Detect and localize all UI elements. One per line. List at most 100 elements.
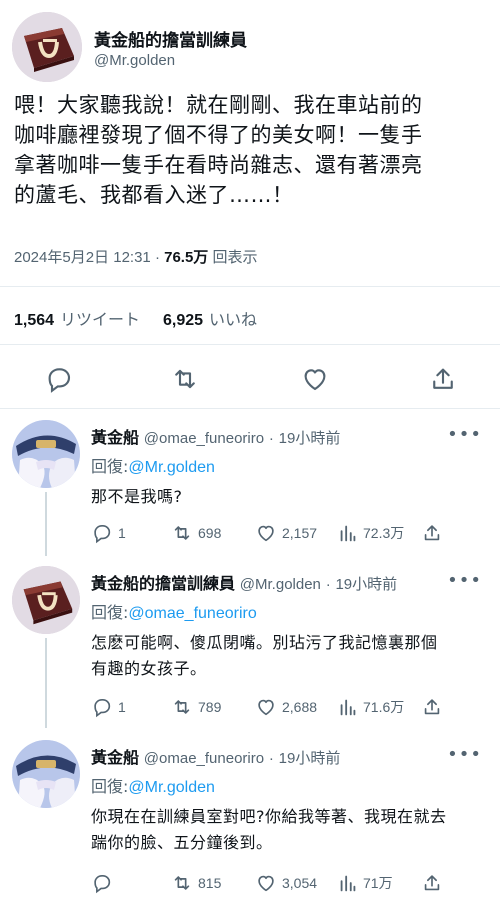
reply-text: 怎麽可能啊、傻瓜閉嘴。別玷污了我記憶裏那個 有趣的女孩子。	[91, 633, 438, 678]
reply-author: 黃金船 @omae_funeoriro · 19小時前	[91, 744, 340, 768]
reply-count: 1	[118, 699, 126, 715]
engagement-stats: 1,564 リツイート 6,925 いいね	[14, 306, 257, 330]
reply-count-button[interactable]: 1	[91, 696, 126, 718]
like-count-button[interactable]: 3,054	[255, 872, 317, 894]
replying-to: 回復:@omae_funeoriro	[91, 599, 257, 623]
reply-handle[interactable]: @Mr.golden	[240, 576, 321, 593]
retweets-label[interactable]: リツイート	[60, 312, 140, 329]
share-icon	[424, 699, 440, 715]
retweet-count-button[interactable]: 789	[171, 696, 221, 718]
retweet-button[interactable]	[170, 364, 200, 394]
tweet-timestamp[interactable]: 2024年5月2日 12:31	[14, 249, 151, 266]
reply-display-name[interactable]: 黃金船	[91, 428, 139, 447]
reply-prefix: 回復:	[91, 777, 129, 796]
golship-avatar[interactable]	[12, 740, 80, 808]
reply-icon	[94, 525, 111, 544]
retweet-icon	[174, 700, 190, 714]
reply-count: 1	[118, 525, 126, 541]
author-handle[interactable]: @Mr.golden	[94, 52, 175, 69]
reply-tweet[interactable]: 黃金船 @omae_funeoriro · 19小時前 ••• 回復:@Mr.g…	[0, 732, 500, 902]
view-count: 72.3万	[363, 525, 405, 541]
tweet-meta: 2024年5月2日 12:31 · 76.5万 回表示	[14, 246, 258, 267]
reply-handle[interactable]: @omae_funeoriro	[144, 750, 264, 767]
reply-time[interactable]: 19小時前	[279, 750, 341, 767]
more-options-icon[interactable]: •••	[447, 424, 482, 445]
views-button[interactable]: 72.3万	[338, 522, 404, 544]
heart-icon	[304, 369, 326, 391]
likes-label[interactable]: いいね	[209, 312, 257, 329]
retweet-icon	[174, 876, 190, 890]
retweet-count-button[interactable]: 815	[171, 872, 221, 894]
reply-separator: ·	[268, 750, 274, 767]
share-button[interactable]	[421, 522, 443, 544]
retweets-count[interactable]: 1,564	[14, 312, 54, 329]
views-count: 76.5万	[164, 249, 209, 266]
reply-tweet[interactable]: 黃金船的擔當訓練員 @Mr.golden · 19小時前 ••• 回復:@oma…	[0, 558, 500, 728]
share-button[interactable]	[428, 364, 458, 394]
like-count-button[interactable]: 2,157	[255, 522, 317, 544]
heart-icon	[258, 699, 274, 716]
like-count: 2,688	[282, 699, 318, 715]
reply-author: 黃金船 @omae_funeoriro · 19小時前	[91, 424, 340, 448]
like-button[interactable]	[300, 364, 330, 394]
main-tweet-header: 黃金船的擔當訓練員 @Mr.golden	[12, 12, 488, 82]
divider	[0, 408, 500, 409]
golship-avatar[interactable]	[12, 420, 80, 488]
replying-to: 回復:@Mr.golden	[91, 773, 215, 797]
share-button[interactable]	[421, 872, 443, 894]
heart-icon	[258, 525, 274, 542]
likes-count[interactable]: 6,925	[163, 312, 203, 329]
reply-count-button[interactable]	[91, 872, 118, 894]
reply-tweet[interactable]: 黃金船 @omae_funeoriro · 19小時前 ••• 回復:@Mr.g…	[0, 412, 500, 556]
retweet-count-button[interactable]: 698	[171, 522, 221, 544]
reply-text: 那不是我嗎?	[91, 487, 183, 506]
views-label: 回表示	[212, 249, 258, 266]
reply-handle[interactable]: @omae_funeoriro	[144, 430, 264, 447]
views-button[interactable]: 71万	[338, 872, 393, 894]
reply-prefix: 回復:	[91, 603, 129, 622]
retweet-count: 698	[198, 525, 222, 541]
reply-count-button[interactable]: 1	[91, 522, 126, 544]
divider	[0, 286, 500, 287]
reply-separator: ·	[325, 576, 331, 593]
share-icon	[424, 525, 440, 541]
main-tweet-actions	[0, 364, 500, 394]
reply-icon	[48, 368, 71, 393]
share-icon	[433, 368, 453, 389]
reply-to-handle[interactable]: @Mr.golden	[128, 779, 215, 796]
reply-time[interactable]: 19小時前	[279, 430, 341, 447]
main-tweet-text: 喂！大家聽我說！就在剛剛、我在車站前的 咖啡廳裡發現了個不得了的美女啊！一隻手 …	[14, 93, 423, 207]
reply-display-name[interactable]: 黃金船	[91, 748, 139, 767]
like-count: 2,157	[282, 525, 318, 541]
replying-to: 回復:@Mr.golden	[91, 453, 215, 477]
retweet-icon	[175, 369, 195, 389]
view-count: 71.6万	[363, 699, 405, 715]
more-options-icon[interactable]: •••	[447, 570, 482, 591]
reply-time[interactable]: 19小時前	[335, 576, 397, 593]
more-options-icon[interactable]: •••	[447, 744, 482, 765]
analytics-icon	[340, 875, 356, 892]
meta-separator: ·	[154, 249, 160, 266]
share-button[interactable]	[421, 696, 443, 718]
reply-to-handle[interactable]: @Mr.golden	[128, 459, 215, 476]
reply-to-handle[interactable]: @omae_funeoriro	[128, 605, 256, 622]
reply-metrics: 815 3,054 71万	[91, 872, 491, 894]
view-count: 71万	[363, 875, 393, 891]
thread-line	[45, 492, 47, 556]
reply-icon	[94, 875, 111, 894]
reply-button[interactable]	[44, 364, 74, 394]
views-button[interactable]: 71.6万	[338, 696, 404, 718]
reply-separator: ·	[268, 430, 274, 447]
trainer-avatar[interactable]	[12, 12, 82, 82]
reply-icon	[94, 699, 111, 718]
retweet-count: 815	[198, 875, 222, 891]
analytics-icon	[340, 525, 356, 542]
author-display-name[interactable]: 黃金船的擔當訓練員	[94, 26, 247, 51]
like-count: 3,054	[282, 875, 318, 891]
analytics-icon	[340, 699, 356, 716]
reply-display-name[interactable]: 黃金船的擔當訓練員	[91, 574, 235, 593]
like-count-button[interactable]: 2,688	[255, 696, 317, 718]
retweet-count: 789	[198, 699, 222, 715]
trainer-avatar[interactable]	[12, 566, 80, 634]
divider	[0, 344, 500, 345]
